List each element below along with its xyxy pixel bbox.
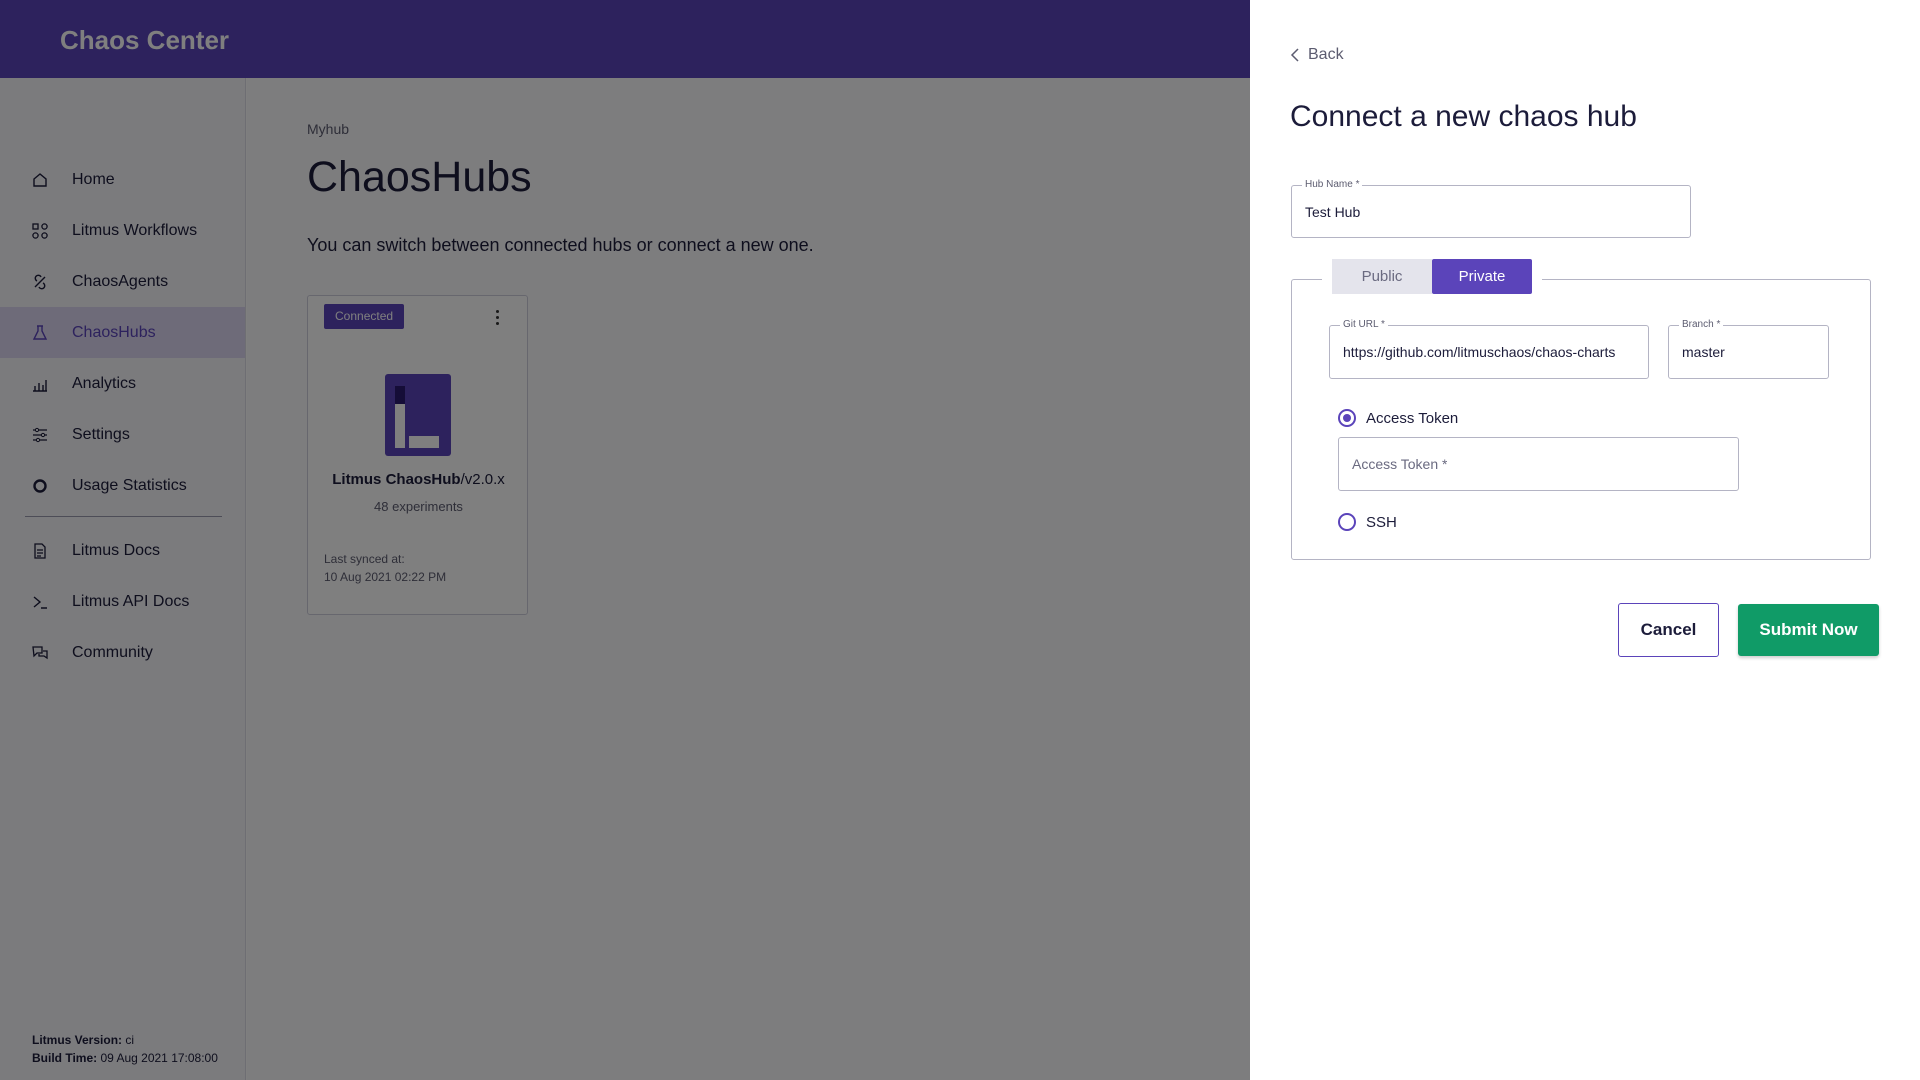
private-option[interactable]: Private xyxy=(1432,259,1532,294)
hub-name-input[interactable]: Test Hub xyxy=(1305,186,1360,237)
chevron-left-icon xyxy=(1290,48,1299,62)
git-url-field[interactable]: Git URL * https://github.com/litmuschaos… xyxy=(1329,319,1649,379)
cancel-button[interactable]: Cancel xyxy=(1618,603,1719,657)
access-token-radio-label: Access Token xyxy=(1366,409,1459,427)
access-token-field[interactable]: Access Token * xyxy=(1338,437,1739,491)
submit-button[interactable]: Submit Now xyxy=(1738,604,1879,656)
connect-hub-drawer: Back Connect a new chaos hub Hub Name * … xyxy=(1250,0,1920,1080)
drawer-title: Connect a new chaos hub xyxy=(1290,100,1637,133)
radio-unchecked-icon xyxy=(1338,513,1356,531)
access-token-input[interactable]: Access Token * xyxy=(1352,438,1447,490)
access-token-radio[interactable]: Access Token xyxy=(1338,409,1458,427)
hub-name-field[interactable]: Hub Name * Test Hub xyxy=(1291,179,1691,238)
back-label: Back xyxy=(1308,46,1344,63)
git-url-input[interactable]: https://github.com/litmuschaos/chaos-cha… xyxy=(1343,326,1638,378)
ssh-radio-label: SSH xyxy=(1366,513,1397,531)
radio-checked-icon xyxy=(1338,409,1356,427)
public-option[interactable]: Public xyxy=(1332,259,1432,294)
back-button[interactable]: Back xyxy=(1290,46,1344,64)
branch-field[interactable]: Branch * master xyxy=(1668,319,1829,379)
branch-input[interactable]: master xyxy=(1682,326,1725,378)
ssh-radio[interactable]: SSH xyxy=(1338,513,1397,531)
visibility-toggle: Public Private xyxy=(1322,259,1542,294)
